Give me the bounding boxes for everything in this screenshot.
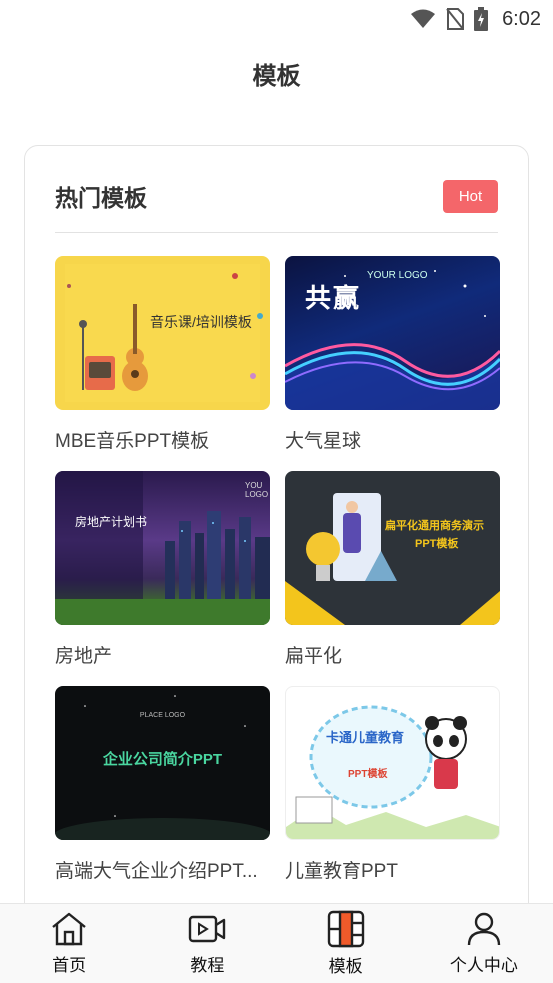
battery-charging-icon <box>474 7 489 31</box>
template-thumbnail[interactable]: 音乐课/培训模板 <box>55 256 270 410</box>
thumb-subtitle: PPT模板 <box>415 538 459 550</box>
template-thumbnail[interactable]: 扁平化通用商务演示 PPT模板 <box>285 471 500 625</box>
nav-home[interactable]: 首页 <box>0 904 138 983</box>
nav-profile-label: 个人中心 <box>449 956 518 975</box>
thumb-logo: YOU LOGO <box>245 481 269 499</box>
no-sim-icon <box>446 8 465 30</box>
status-time: 6:02 <box>502 7 541 30</box>
user-icon <box>467 912 501 946</box>
template-label: 儿童教育PPT <box>285 861 398 882</box>
template-item-flat[interactable]: 扁平化通用商务演示 PPT模板 扁平化 <box>285 471 500 668</box>
template-thumbnail[interactable]: 房地产计划书 YOU LOGO <box>55 471 270 625</box>
template-thumbnail[interactable]: 卡通儿童教育 PPT模板 <box>285 686 500 840</box>
thumb-title: 企业公司简介PPT <box>102 751 223 768</box>
video-icon <box>189 915 226 943</box>
divider <box>55 232 498 233</box>
thumb-title: 音乐课/培训模板 <box>150 314 252 330</box>
nav-tutorial[interactable]: 教程 <box>138 904 276 983</box>
nav-template-label: 模板 <box>328 957 363 976</box>
thumb-logo: PLACE LOGO <box>139 712 186 719</box>
template-item-corp[interactable]: PLACE LOGO 企业公司简介PPT 高端大气企业介绍PPT... <box>55 686 270 883</box>
template-item-music[interactable]: 音乐课/培训模板 MBE音乐PPT模板 <box>55 256 270 453</box>
nav-template[interactable]: 模板 <box>277 904 415 983</box>
template-item-kids[interactable]: 卡通儿童教育 PPT模板 儿童教育PPT <box>285 686 500 883</box>
template-label: MBE音乐PPT模板 <box>55 431 210 452</box>
hot-templates-card: 热门模板 Hot 音乐课/培训模板 MBE音乐PPT模板 YOUR LOGO 共… <box>24 145 529 925</box>
page-title: 模板 <box>252 63 301 90</box>
template-label: 高端大气企业介绍PPT... <box>55 861 258 882</box>
thumb-title: 扁平化通用商务演示 <box>385 520 484 532</box>
card-header: 热门模板 Hot <box>55 176 498 216</box>
status-bar: 6:02 <box>0 0 553 38</box>
nav-profile[interactable]: 个人中心 <box>415 904 553 983</box>
template-label: 房地产 <box>55 646 113 667</box>
hot-badge: Hot <box>443 179 498 213</box>
template-icon <box>327 910 364 948</box>
template-thumbnail[interactable]: YOUR LOGO 共赢 <box>285 256 500 410</box>
template-label: 大气星球 <box>285 431 362 452</box>
section-title: 热门模板 <box>55 185 147 211</box>
thumb-title: 卡通儿童教育 <box>326 730 405 745</box>
nav-tutorial-label: 教程 <box>190 956 225 975</box>
template-item-planet[interactable]: YOUR LOGO 共赢 大气星球 <box>285 256 500 453</box>
template-label: 扁平化 <box>285 646 343 667</box>
template-thumbnail[interactable]: PLACE LOGO 企业公司简介PPT <box>55 686 270 840</box>
thumb-logo: YOUR LOGO <box>367 270 428 281</box>
bottom-nav: 首页 教程 模板 个人中心 <box>0 903 553 983</box>
thumb-title: 共赢 <box>305 283 362 313</box>
thumb-subtitle: PPT模板 <box>348 769 388 780</box>
template-item-estate[interactable]: 房地产计划书 YOU LOGO 房地产 <box>55 471 270 668</box>
thumb-title: 房地产计划书 <box>75 515 148 529</box>
wifi-icon <box>411 9 436 28</box>
nav-home-label: 首页 <box>52 956 87 975</box>
home-icon <box>52 912 86 946</box>
